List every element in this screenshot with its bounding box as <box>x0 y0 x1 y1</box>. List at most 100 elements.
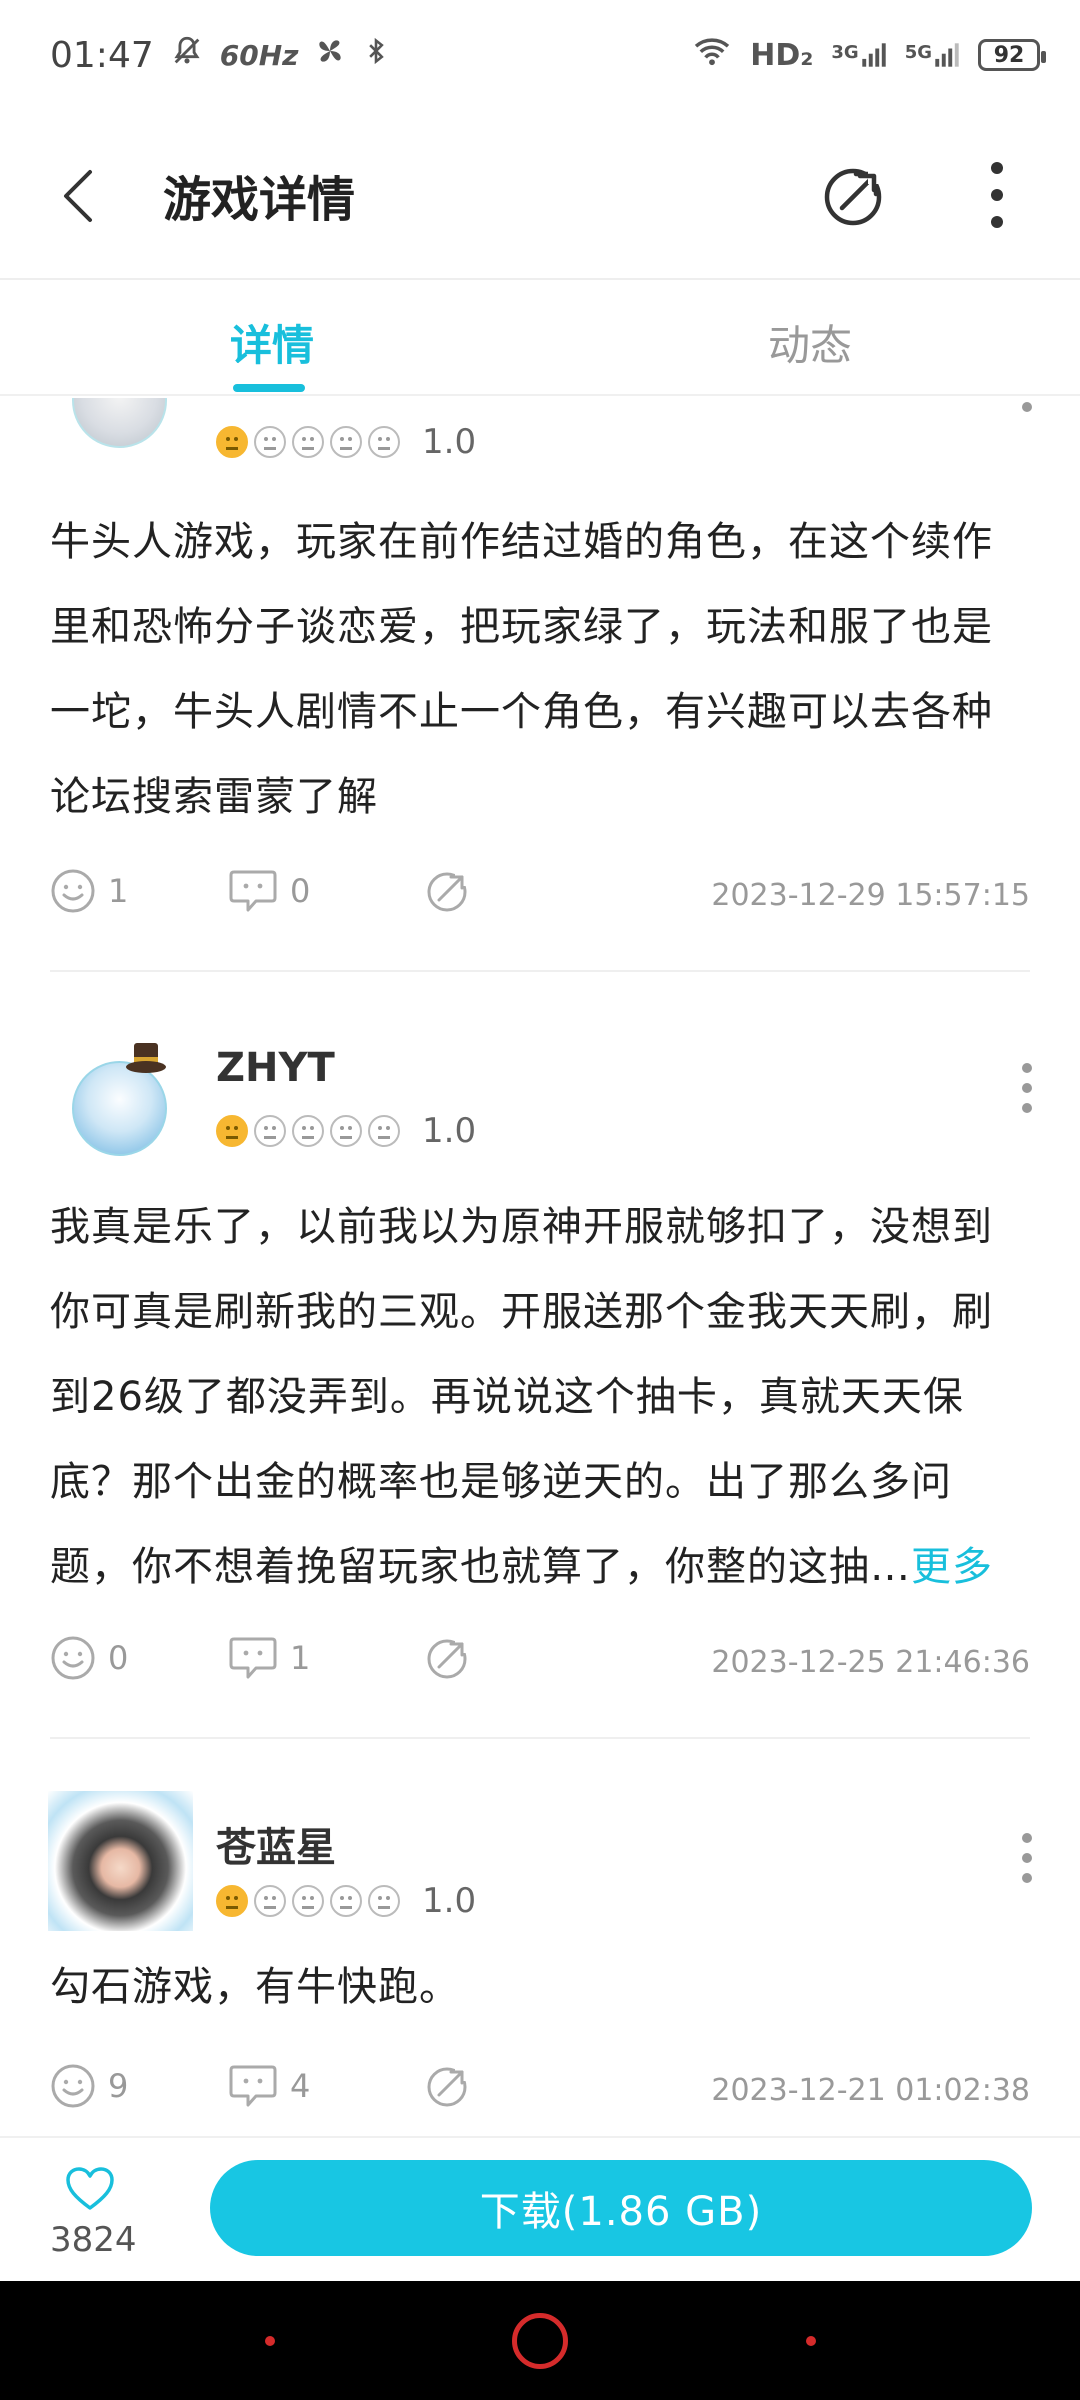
comment-count: 0 <box>290 872 311 910</box>
rating-face-icon-filled <box>216 1885 248 1917</box>
like-button[interactable]: 1 <box>50 868 128 914</box>
status-time: 01:47 <box>50 34 154 76</box>
comment-button[interactable]: 4 <box>228 2063 310 2109</box>
tab-activity[interactable]: 动态 <box>768 312 852 373</box>
tab-bar: 详情 动态 <box>0 280 1080 396</box>
review-username[interactable]: ZHYT <box>216 1045 335 1091</box>
back-button[interactable] <box>50 166 110 226</box>
smile-icon <box>51 2064 95 2108</box>
more-vertical-icon <box>991 162 1003 228</box>
rating-face-icon-empty <box>330 1115 362 1147</box>
review-actions: 9 4 2023-12-21 01:02:38 <box>50 2063 1030 2123</box>
wifi-icon <box>692 35 732 75</box>
nav-recents-button[interactable] <box>806 2336 816 2346</box>
dot <box>1022 402 1032 412</box>
share-review-button[interactable] <box>425 2063 471 2109</box>
expand-more-link[interactable]: 更多 <box>911 1544 993 1590</box>
refresh-rate-indicator: 60Hz <box>219 38 299 72</box>
page-title: 游戏详情 <box>163 172 356 228</box>
rating-face-icon-empty <box>330 1885 362 1917</box>
reviews-list[interactable]: 1.0 牛头人游戏，玩家在前作结过婚的角色，在这个续作里和恐怖分子谈恋爱，把玩家… <box>0 398 1080 2136</box>
nav-home-button[interactable] <box>512 2313 568 2369</box>
rating-face-icon-filled <box>216 426 248 458</box>
comment-button[interactable]: 0 <box>228 868 310 914</box>
rating-face-icon-empty <box>254 1885 286 1917</box>
avatar[interactable] <box>48 1791 193 1931</box>
comment-icon <box>229 2065 277 2107</box>
favorite-count: 3824 <box>50 2220 137 2260</box>
like-count: 9 <box>108 2067 129 2105</box>
share-icon <box>427 2065 471 2107</box>
smile-icon <box>51 869 95 913</box>
review-timestamp: 2023-12-29 15:57:15 <box>711 878 1030 913</box>
rating-face-icon-filled <box>216 1115 248 1147</box>
review-more-button[interactable] <box>1022 1063 1034 1113</box>
rating-face-icon-empty <box>368 1885 400 1917</box>
rating-value: 1.0 <box>422 422 477 462</box>
dot <box>1022 1083 1032 1093</box>
share-button[interactable] <box>820 160 890 230</box>
dot <box>1022 1853 1032 1863</box>
like-count: 0 <box>108 1639 129 1677</box>
dot <box>1022 1063 1032 1073</box>
review-text[interactable]: 牛头人游戏，玩家在前作结过婚的角色，在这个续作里和恐怖分子谈恋爱，把玩家绿了，玩… <box>50 500 1030 840</box>
dot <box>1022 1833 1032 1843</box>
share-icon <box>427 870 471 912</box>
bottom-action-bar: 3824 下载(1.86 GB) <box>0 2136 1080 2281</box>
review-more-button[interactable] <box>1022 1833 1034 1883</box>
signal-icon-sim1: 3G <box>831 42 886 68</box>
like-button[interactable]: 9 <box>50 2063 128 2109</box>
active-tab-indicator <box>233 384 305 392</box>
review-divider <box>50 1737 1030 1739</box>
review-text: 我真是乐了，以前我以为原神开服就够扣了，没想到你可真是刷新我的三观。开服送那个金… <box>50 1204 993 1590</box>
hat-decoration-icon <box>124 1041 168 1077</box>
heart-icon <box>66 2167 114 2210</box>
more-options-button[interactable] <box>982 160 1012 230</box>
rating-row: 1.0 <box>216 422 476 462</box>
review-text[interactable]: 勾石游戏，有牛快跑。 <box>50 1945 1030 2030</box>
rating-face-icon-empty <box>292 1885 324 1917</box>
review-actions: 1 0 2023-12-29 15:57:15 <box>50 868 1030 928</box>
comment-count: 4 <box>290 2067 311 2105</box>
fan-icon <box>314 35 346 75</box>
review-more-button[interactable] <box>1022 402 1034 412</box>
avatar[interactable] <box>72 398 167 448</box>
review-username[interactable]: 苍蓝星 <box>216 1815 336 1873</box>
rating-face-icon-empty <box>368 1115 400 1147</box>
comment-count: 1 <box>290 1639 311 1677</box>
nav-back-button[interactable] <box>265 2336 275 2346</box>
comment-icon <box>229 1637 277 1679</box>
download-button[interactable]: 下载(1.86 GB) <box>210 2160 1032 2256</box>
app-screen: 01:47 60Hz HD₂ 3G 5G 92 游戏详情 详情 动态 1.0 牛… <box>0 0 1080 2400</box>
mute-icon <box>170 34 204 76</box>
status-bar: 01:47 60Hz HD₂ 3G 5G 92 <box>0 0 1080 110</box>
review-actions: 0 1 2023-12-25 21:46:36 <box>50 1635 1030 1695</box>
tab-details[interactable]: 详情 <box>230 312 314 373</box>
back-arrow-icon <box>64 170 92 222</box>
comment-button[interactable]: 1 <box>228 1635 310 1681</box>
rating-face-icon-empty <box>330 426 362 458</box>
rating-face-icon-empty <box>254 426 286 458</box>
rating-value: 1.0 <box>422 1111 477 1151</box>
rating-face-icon-empty <box>292 1115 324 1147</box>
share-review-button[interactable] <box>425 1635 471 1681</box>
battery-indicator: 92 <box>978 39 1046 71</box>
rating-face-icon-empty <box>368 426 400 458</box>
smile-icon <box>51 1636 95 1680</box>
bluetooth-icon <box>362 35 390 75</box>
system-navigation-bar <box>0 2281 1080 2400</box>
network-type-label: HD₂ <box>750 37 814 73</box>
review-timestamp: 2023-12-25 21:46:36 <box>711 1645 1030 1680</box>
rating-face-icon-empty <box>254 1115 286 1147</box>
share-icon <box>824 166 886 226</box>
rating-row: 1.0 <box>216 1111 476 1151</box>
share-icon <box>427 1637 471 1679</box>
comment-icon <box>229 870 277 912</box>
rating-face-icon-empty <box>292 426 324 458</box>
share-review-button[interactable] <box>425 868 471 914</box>
like-button[interactable]: 0 <box>50 1635 128 1681</box>
like-count: 1 <box>108 872 129 910</box>
favorite-button[interactable]: 3824 <box>50 2166 137 2260</box>
review-text-container[interactable]: 我真是乐了，以前我以为原神开服就够扣了，没想到你可真是刷新我的三观。开服送那个金… <box>50 1185 1030 1610</box>
review-timestamp: 2023-12-21 01:02:38 <box>711 2073 1030 2108</box>
